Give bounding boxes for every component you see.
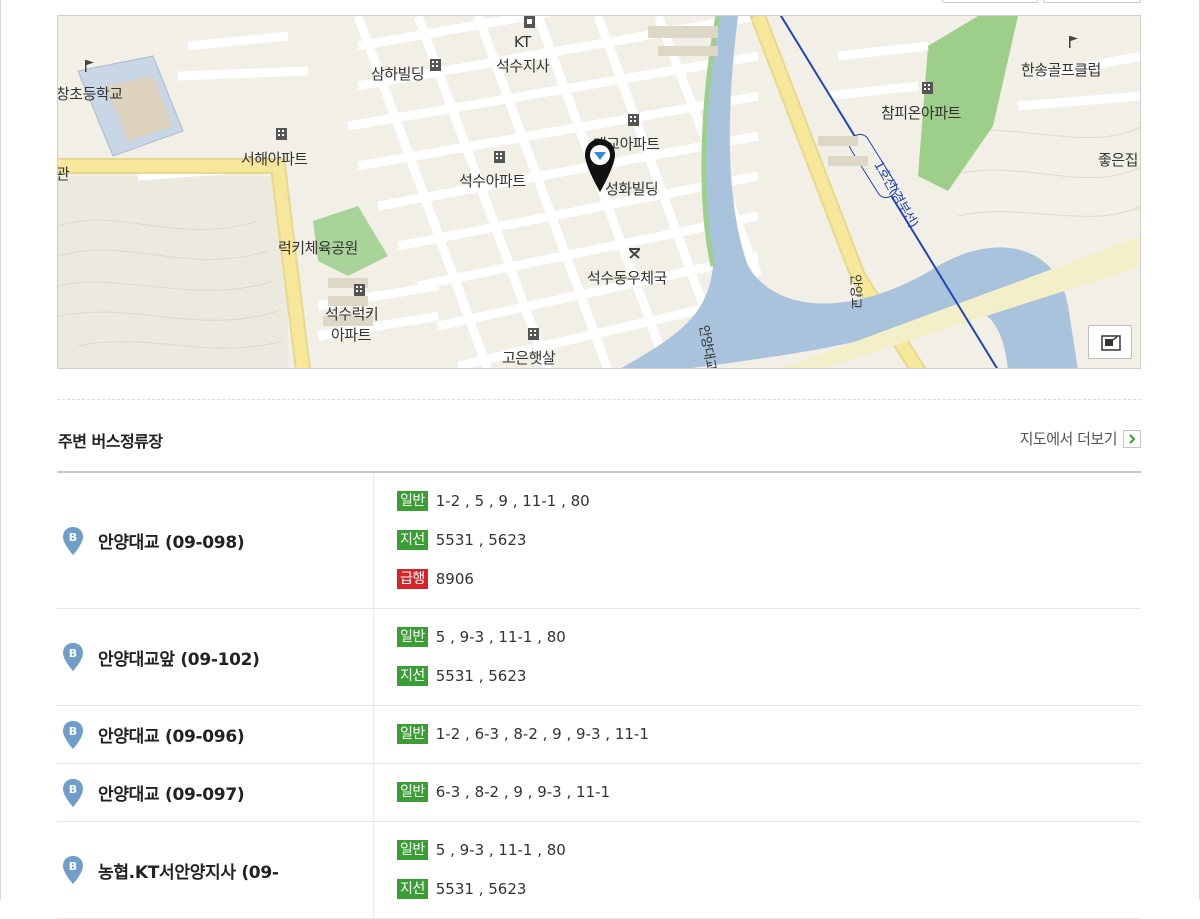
building-icon [922,82,933,94]
building-icon [528,328,539,340]
bus-stop-row: B 농협.KT서안양지사 (09- 일반 5 , 9-3 , 11-1 , 80 지선 5… [57,822,1141,919]
bus-stop-row: B 안양대교 (09-096) 일반 1-2 , 6-3 , 8-2 , 9 , 9-… [57,706,1141,764]
view-more-on-map-link[interactable]: 지도에서 더보기 [1020,428,1141,449]
map-label-joeun: 좋은집 [1098,151,1138,169]
route-line: 일반 1-2 , 5 , 9 , 11-1 , 80 [397,491,1141,530]
bus-stop-name[interactable]: 안양대교앞 (09-102) [98,645,260,670]
location-map[interactable]: KT 석수지사 삼하빌딩 창초등학교 서해아파트 관 대교아파트 석수아파트 성… [57,15,1141,369]
bus-stop-row: B 안양대교 (09-098) 일반 1-2 , 5 , 9 , 11-1 , 80 지… [57,473,1141,609]
bus-stop-row: B 안양대교 (09-097) 일반 6-3 , 8-2 , 9 , 9-3 , 11… [57,764,1141,822]
bus-stop-pin-icon: B [63,856,83,884]
bus-stop-cell: B 안양대교 (09-098) [57,473,374,608]
route-line: 지선 5531 , 5623 [397,879,1141,918]
bus-stop-cell: B 안양대교 (09-097) [57,764,374,821]
bus-routes-cell: 일반 6-3 , 8-2 , 9 , 9-3 , 11-1 [397,764,1141,821]
route-numbers[interactable]: 5 , 9-3 , 11-1 , 80 [436,627,566,647]
svg-text:B: B [69,783,77,796]
route-numbers[interactable]: 5531 , 5623 [436,530,527,550]
map-label-kt: KT [514,33,531,51]
bus-stop-name[interactable]: 농협.KT서안양지사 (09- [98,858,279,883]
route-numbers[interactable]: 5531 , 5623 [436,666,527,686]
route-line: 지선 5531 , 5623 [397,666,1141,705]
golf-flag-icon [1069,36,1078,48]
svg-text:B: B [69,647,77,660]
bus-stop-cell: B 안양대교앞 (09-102) [57,609,374,705]
bus-stop-row: B 안양대교앞 (09-102) 일반 5 , 9-3 , 11-1 , 80 지선 55… [57,609,1141,706]
route-type-badge: 급행 [397,569,428,589]
section-divider [57,399,1141,400]
svg-text:B: B [69,860,77,873]
map-label-park: 럭키체육공원 [278,239,358,257]
bus-routes-cell: 일반 5 , 9-3 , 11-1 , 80 지선 5531 , 5623 [397,609,1141,705]
building-icon [276,128,287,140]
telecom-building-icon [524,16,535,28]
route-line: 일반 5 , 9-3 , 11-1 , 80 [397,840,1141,879]
expand-map-icon [1101,335,1121,351]
building-icon [430,59,441,71]
map-label-post: 석수동우체국 [587,269,667,287]
map-label-school: 창초등학교 [57,85,123,103]
map-label-gwan: 관 [57,165,70,183]
map-label-goeun: 고은햇살 [502,349,556,367]
route-type-badge: 일반 [397,840,428,860]
bus-stop-pin-icon: B [63,720,83,749]
route-type-badge: 지선 [397,879,428,899]
post-office-icon [629,248,640,259]
bus-stop-cell: B 안양대교 (09-096) [57,706,374,763]
bus-stop-name[interactable]: 안양대교 (09-097) [98,780,245,805]
route-type-badge: 일반 [397,627,428,647]
route-type-badge: 지선 [397,530,428,550]
route-numbers[interactable]: 5 , 9-3 , 11-1 , 80 [436,840,566,860]
section-title: 주변 버스정류장 [58,432,163,451]
bus-stop-cell: B 농협.KT서안양지사 (09- [57,822,374,918]
bus-stop-name[interactable]: 안양대교 (09-098) [98,528,245,553]
bus-stop-pin-icon: B [63,526,83,555]
route-line: 일반 1-2 , 6-3 , 8-2 , 9 , 9-3 , 11-1 [397,724,1141,763]
map-label-lucky1: 석수럭키 [325,305,379,323]
bus-stop-pin-icon: B [63,778,83,807]
bus-routes-cell: 일반 1-2 , 5 , 9 , 11-1 , 80 지선 5531 , 5623 급행… [397,473,1141,608]
bus-routes-cell: 일반 1-2 , 6-3 , 8-2 , 9 , 9-3 , 11-1 [397,706,1141,763]
map-label-kt-branch: 석수지사 [496,57,550,75]
route-numbers[interactable]: 6-3 , 8-2 , 9 , 9-3 , 11-1 [436,782,610,802]
route-line: 일반 5 , 9-3 , 11-1 , 80 [397,627,1141,666]
school-flag-icon [85,60,94,72]
map-label-bridge: 안양교 [847,274,863,309]
svg-text:B: B [69,531,77,544]
route-numbers[interactable]: 1-2 , 6-3 , 8-2 , 9 , 9-3 , 11-1 [436,724,649,744]
building-icon [628,114,639,126]
location-marker-icon[interactable] [583,138,617,194]
map-label-lucky2: 아파트 [331,326,371,344]
route-type-badge: 일반 [397,724,428,744]
route-numbers[interactable]: 1-2 , 5 , 9 , 11-1 , 80 [436,491,590,511]
route-line: 급행 8906 [397,569,1141,608]
bus-routes-cell: 일반 5 , 9-3 , 11-1 , 80 지선 5531 , 5623 [397,822,1141,918]
bus-stop-list: B 안양대교 (09-098) 일반 1-2 , 5 , 9 , 11-1 , 80 지… [57,473,1141,919]
building-icon [354,284,365,296]
top-toolbar-button-1[interactable] [942,0,1038,3]
route-type-badge: 지선 [397,666,428,686]
map-label-golf: 한송골프클럽 [1021,61,1101,79]
bus-stop-pin-icon: B [63,643,83,671]
route-line: 일반 6-3 , 8-2 , 9 , 9-3 , 11-1 [397,782,1141,821]
route-type-badge: 일반 [397,491,428,511]
route-numbers[interactable]: 5531 , 5623 [436,879,527,899]
chevron-right-icon [1123,429,1141,448]
svg-text:B: B [69,725,77,738]
map-label-champion: 참피온아파트 [881,104,961,122]
route-line: 지선 5531 , 5623 [397,530,1141,569]
view-more-label: 지도에서 더보기 [1019,430,1118,448]
route-numbers[interactable]: 8906 [436,569,474,589]
top-toolbar-button-2[interactable] [1043,0,1141,3]
map-label-seoksu-apt: 석수아파트 [459,172,526,190]
map-label-seohae: 서해아파트 [241,150,308,168]
route-type-badge: 일반 [397,782,428,802]
map-label-samha: 삼하빌딩 [371,65,425,83]
frame-left-border [0,0,1,900]
bus-stop-name[interactable]: 안양대교 (09-096) [98,722,245,747]
map-expand-button[interactable] [1088,325,1132,359]
building-icon [494,151,505,163]
